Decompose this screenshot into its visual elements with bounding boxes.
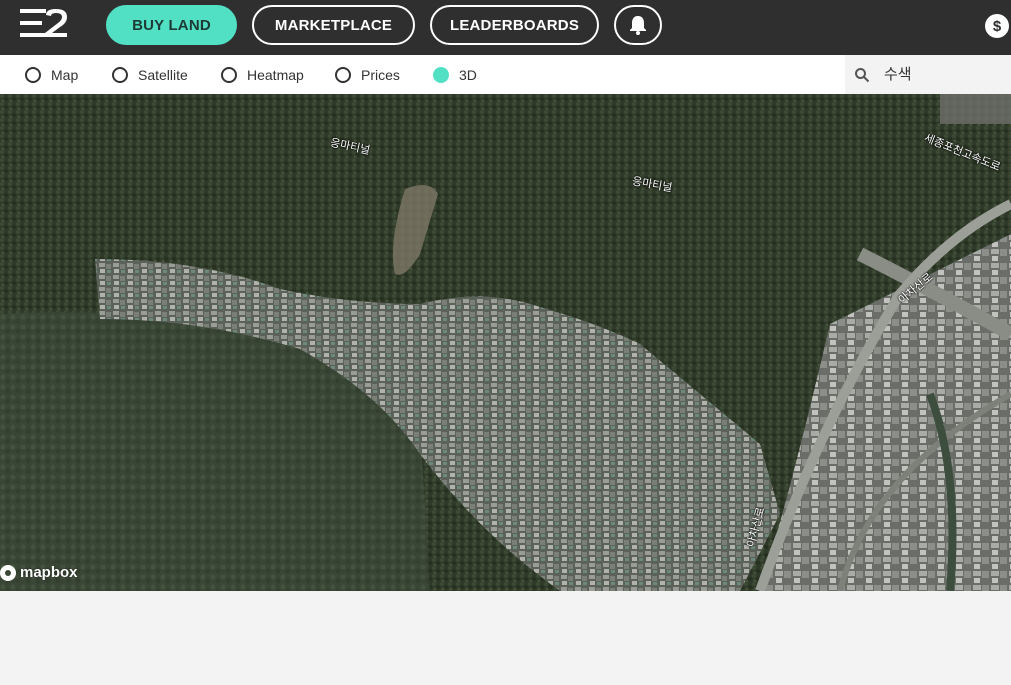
search-input[interactable]	[882, 65, 1006, 84]
map-options-bar: Map Satellite Heatmap Prices 3D	[0, 55, 1011, 94]
radio-selected-icon	[433, 66, 449, 83]
currency-button[interactable]: $	[985, 14, 1009, 38]
map-option-satellite[interactable]: Satellite	[112, 55, 188, 94]
map-option-label: Satellite	[138, 66, 188, 83]
page-footer-area	[0, 591, 1011, 685]
radio-icon	[112, 66, 128, 83]
search-icon	[855, 67, 870, 82]
map-option-label: 3D	[459, 66, 477, 83]
map-option-label: Prices	[361, 66, 400, 83]
bell-icon	[630, 16, 646, 35]
notifications-button[interactable]	[614, 5, 662, 45]
satellite-map[interactable]: 응마티널 응마티널 세종포천고속도로 아차산로 아차산로 mapbox	[0, 94, 1011, 591]
map-option-map[interactable]: Map	[25, 55, 78, 94]
map-option-heatmap[interactable]: Heatmap	[221, 55, 304, 94]
mapbox-attribution[interactable]: mapbox	[0, 564, 78, 581]
marketplace-button[interactable]: MARKETPLACE	[252, 5, 415, 45]
e2-logo[interactable]	[20, 9, 68, 37]
radio-icon	[25, 66, 41, 83]
map-option-label: Heatmap	[247, 66, 304, 83]
radio-icon	[221, 66, 237, 83]
search-box[interactable]	[845, 55, 1011, 94]
buy-land-button[interactable]: BUY LAND	[106, 5, 237, 45]
top-navigation-bar: BUY LAND MARKETPLACE LEADERBOARDS $	[0, 0, 1011, 55]
dollar-icon: $	[992, 17, 1002, 35]
radio-icon	[335, 66, 351, 83]
leaderboards-button[interactable]: LEADERBOARDS	[430, 5, 599, 45]
map-option-prices[interactable]: Prices	[335, 55, 400, 94]
mapbox-wordmark: mapbox	[20, 564, 78, 581]
map-option-3d[interactable]: 3D	[433, 55, 477, 94]
satellite-terrain	[0, 94, 1011, 591]
map-option-label: Map	[51, 66, 79, 83]
mapbox-logo-icon	[0, 564, 16, 581]
